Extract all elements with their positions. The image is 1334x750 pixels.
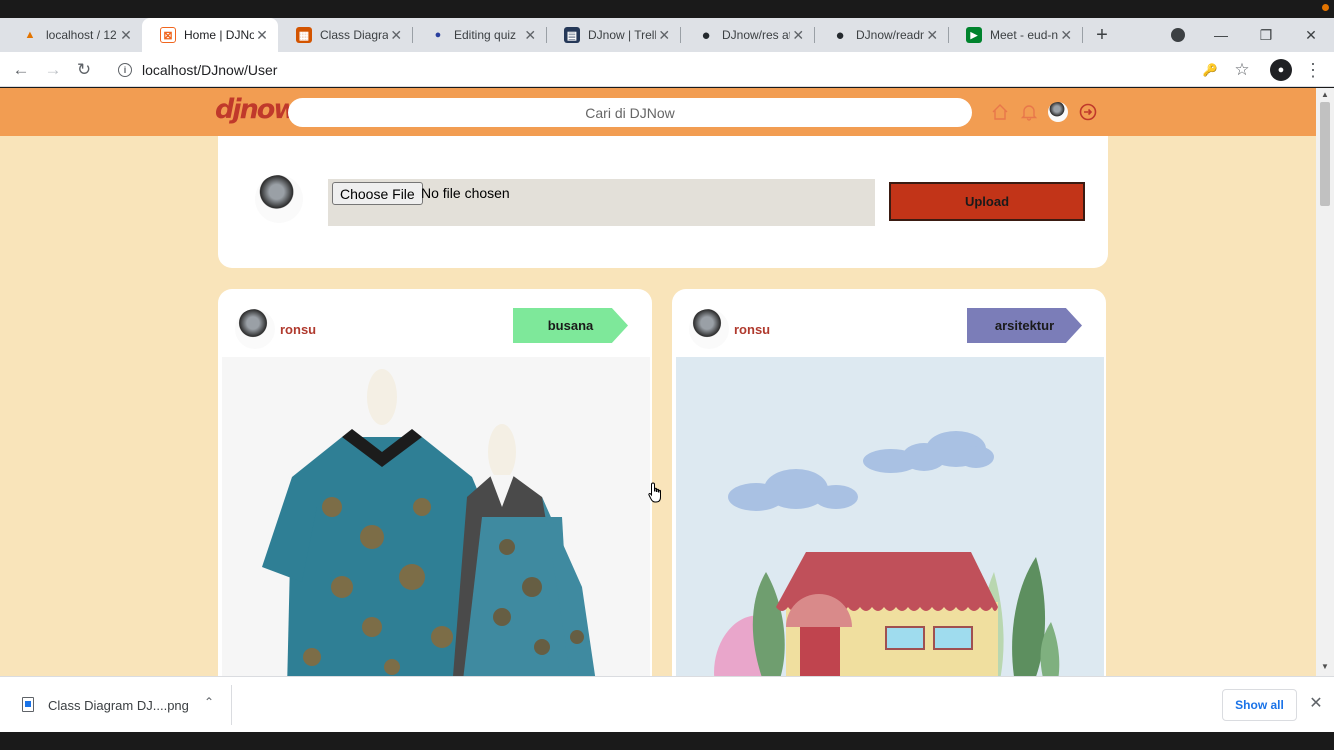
tab-title: DJnow/res at bbox=[722, 28, 791, 42]
close-icon[interactable]: ✕ bbox=[388, 27, 404, 44]
close-icon[interactable]: ✕ bbox=[1306, 693, 1326, 713]
tab-title: Home | DJNow bbox=[184, 28, 254, 42]
site-logo[interactable]: djnow bbox=[215, 94, 298, 125]
chevron-up-icon[interactable]: ⌃ bbox=[200, 695, 218, 709]
key-icon[interactable]: 🔑 bbox=[1198, 58, 1222, 82]
close-icon[interactable]: ✕ bbox=[790, 27, 806, 44]
download-bar: Class Diagram DJ....png ⌃ Show all ✕ bbox=[0, 676, 1334, 732]
tab-localhost[interactable]: ▲ localhost / 12 ✕ bbox=[4, 18, 142, 52]
info-icon[interactable]: i bbox=[118, 62, 132, 77]
tab-title: Class Diagram bbox=[320, 28, 389, 42]
file-status: No file chosen bbox=[421, 185, 510, 201]
screen: ▲ localhost / 12 ✕ ⊠ Home | DJNow ✕ ▦ Cl… bbox=[0, 0, 1334, 750]
bell-icon[interactable] bbox=[1019, 102, 1039, 122]
tab-home-djnow[interactable]: ⊠ Home | DJNow ✕ bbox=[142, 18, 278, 52]
recording-indicator bbox=[1322, 4, 1329, 11]
forward-icon[interactable]: → bbox=[41, 58, 65, 82]
scroll-thumb[interactable] bbox=[1320, 102, 1330, 206]
tab-search-icon[interactable] bbox=[1158, 18, 1198, 52]
profile-icon[interactable]: ● bbox=[1269, 58, 1293, 82]
close-icon[interactable]: ✕ bbox=[254, 27, 270, 44]
tab-title: Meet - eud-nt bbox=[990, 28, 1059, 42]
tab-meet[interactable]: ▶ Meet - eud-nt ✕ bbox=[948, 18, 1082, 52]
choose-file-button[interactable]: Choose File bbox=[332, 182, 423, 205]
upload-button[interactable]: Upload bbox=[889, 182, 1085, 221]
tab-github-readme[interactable]: ● DJnow/readme ✕ bbox=[814, 18, 948, 52]
trello-icon: ▤ bbox=[564, 27, 580, 43]
tab-strip: ▲ localhost / 12 ✕ ⊠ Home | DJNow ✕ ▦ Cl… bbox=[0, 18, 1334, 52]
tab-class-diagram[interactable]: ▦ Class Diagram ✕ bbox=[278, 18, 412, 52]
show-all-button[interactable]: Show all bbox=[1222, 689, 1297, 721]
avatar[interactable] bbox=[689, 309, 729, 349]
divider bbox=[231, 685, 232, 725]
close-icon[interactable]: ✕ bbox=[656, 27, 672, 44]
reload-icon[interactable]: ↻ bbox=[72, 58, 96, 82]
phpmyadmin-icon: ▲ bbox=[24, 29, 36, 41]
back-icon[interactable]: ← bbox=[9, 58, 33, 82]
post-card[interactable]: ronsu busana bbox=[218, 289, 652, 676]
post-image-house[interactable] bbox=[676, 357, 1104, 676]
close-icon[interactable]: ✕ bbox=[924, 27, 940, 44]
quiz-icon: ● bbox=[434, 29, 442, 41]
upload-card: Choose File No file chosen Upload bbox=[218, 136, 1108, 268]
post-image-batik[interactable] bbox=[222, 357, 650, 676]
github-icon: ● bbox=[835, 26, 845, 44]
tab-title: localhost / 12 bbox=[46, 28, 116, 42]
scroll-down-icon[interactable]: ▼ bbox=[1320, 662, 1330, 671]
tab-title: Editing quiz bbox=[454, 28, 517, 42]
meet-icon: ▶ bbox=[966, 27, 982, 43]
download-item[interactable]: Class Diagram DJ....png bbox=[48, 698, 189, 713]
new-tab-button[interactable]: + bbox=[1092, 18, 1112, 52]
post-card[interactable]: ronsu arsitektur bbox=[672, 289, 1106, 676]
tab-editing-quiz[interactable]: ● Editing quiz ✕ bbox=[412, 18, 546, 52]
menu-icon[interactable]: ⋮ bbox=[1301, 58, 1325, 82]
avatar[interactable] bbox=[235, 309, 275, 349]
avatar bbox=[255, 175, 303, 223]
hand-cursor-icon bbox=[648, 482, 661, 503]
site-header: djnow Cari di DJNow bbox=[0, 88, 1316, 136]
file-icon bbox=[22, 697, 34, 712]
tab-github-res[interactable]: ● DJnow/res at ✕ bbox=[680, 18, 814, 52]
restore-button[interactable]: ❐ bbox=[1246, 18, 1286, 52]
page-scrollbar[interactable]: ▲ ▼ bbox=[1316, 88, 1334, 676]
minimize-button[interactable]: — bbox=[1201, 18, 1241, 52]
scroll-up-icon[interactable]: ▲ bbox=[1320, 90, 1330, 99]
logout-icon[interactable] bbox=[1078, 102, 1098, 122]
tab-trello[interactable]: ▤ DJnow | Trello ✕ bbox=[546, 18, 680, 52]
url-text[interactable]: localhost/DJnow/User bbox=[142, 62, 277, 78]
home-icon[interactable] bbox=[990, 102, 1010, 122]
xampp-icon: ⊠ bbox=[160, 27, 176, 43]
github-icon: ● bbox=[701, 26, 711, 44]
browser-toolbar: ← → ↻ i localhost/DJnow/User 🔑 ☆ ● ⋮ bbox=[0, 52, 1334, 87]
star-icon[interactable]: ☆ bbox=[1230, 58, 1254, 82]
close-icon[interactable]: ✕ bbox=[522, 27, 538, 44]
drawio-icon: ▦ bbox=[296, 27, 312, 43]
tab-title: DJnow | Trello bbox=[588, 28, 657, 42]
search-placeholder: Cari di DJNow bbox=[585, 104, 675, 121]
user-avatar[interactable] bbox=[1048, 102, 1068, 122]
page-viewport: djnow Cari di DJNow Choose File No file bbox=[0, 88, 1316, 676]
post-username[interactable]: ronsu bbox=[734, 322, 770, 337]
category-tag[interactable]: arsitektur bbox=[967, 308, 1082, 343]
close-icon[interactable]: ✕ bbox=[118, 27, 134, 44]
address-bar[interactable]: i localhost/DJnow/User bbox=[108, 55, 1264, 84]
tab-separator bbox=[1082, 27, 1083, 43]
category-tag[interactable]: busana bbox=[513, 308, 628, 343]
post-username[interactable]: ronsu bbox=[280, 322, 316, 337]
search-input[interactable]: Cari di DJNow bbox=[288, 98, 972, 127]
tab-title: DJnow/readme bbox=[856, 28, 924, 42]
close-icon[interactable]: ✕ bbox=[1058, 27, 1074, 44]
close-window-button[interactable]: ✕ bbox=[1291, 18, 1331, 52]
file-input[interactable]: Choose File No file chosen bbox=[328, 179, 875, 226]
